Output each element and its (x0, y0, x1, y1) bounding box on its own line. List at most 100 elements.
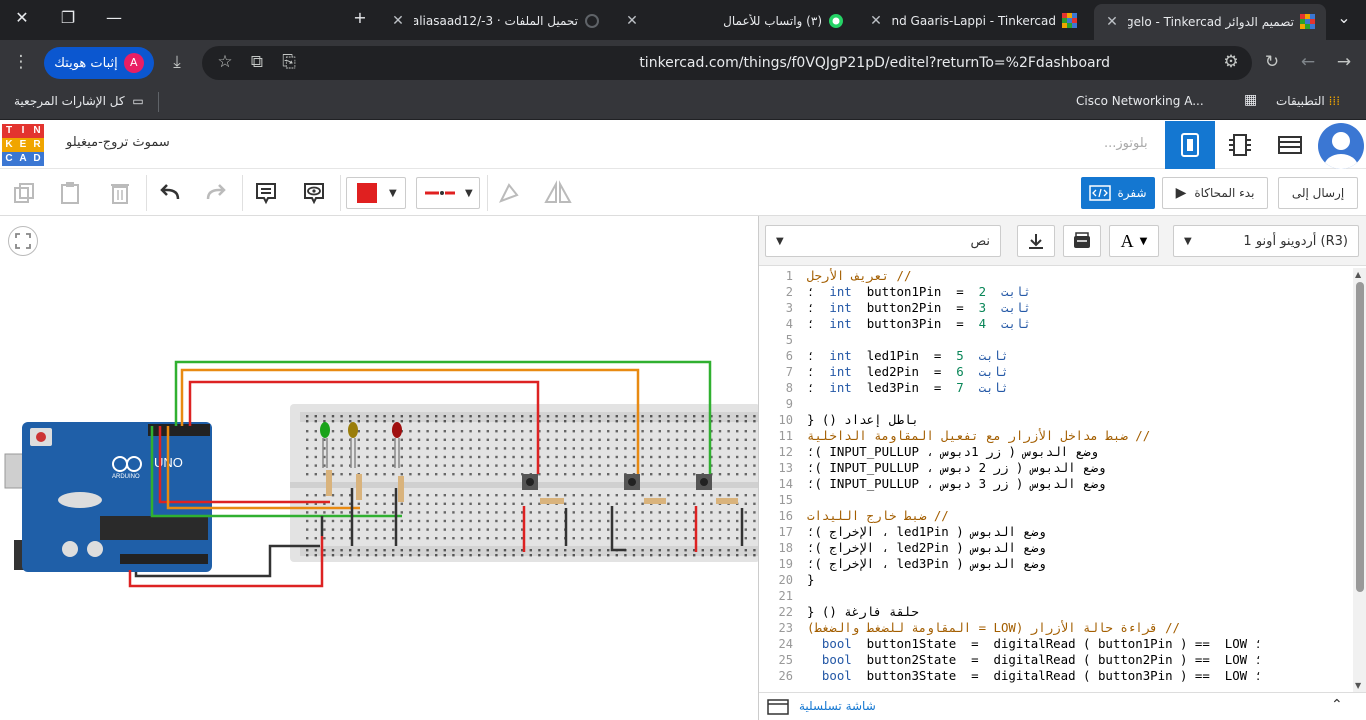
circuit-view-button[interactable] (1165, 121, 1215, 169)
code-line[interactable]: 23 // قراءة حالة الأزرار (LOW = المقاومة… (759, 620, 1353, 636)
tinkercad-logo[interactable]: TIN KER CAD (2, 124, 45, 167)
schematic-view-button[interactable] (1215, 121, 1265, 169)
code-line[interactable]: 13 وضع الدبوس ( زر 2 دبوس ، INPUT_PULLUP… (759, 460, 1353, 476)
code-line[interactable]: 11 // ضبط مداخل الأزرار مع تفعيل المقاوم… (759, 428, 1353, 444)
tab-file-upload[interactable]: تحميل الملفات ‧ aliasaad12/-3- ✕ (380, 6, 610, 36)
url-text[interactable]: tinkercad.com/things/f0VQJgP21pD/editel?… (639, 55, 1110, 71)
menu-kebab-icon[interactable]: ⋮ (10, 52, 32, 72)
bookmark-star-icon[interactable]: ☆ (214, 52, 236, 72)
code-line[interactable]: 18 وضع الدبوس ( led2Pin ، الإخراج )؛ (759, 540, 1353, 556)
scroll-thumb[interactable] (1356, 282, 1364, 592)
serial-monitor-bar[interactable]: شاشة تسلسلية ⌃ (759, 692, 1366, 720)
code-line[interactable]: 12 وضع الدبوس ( زر 1دبوس ، INPUT_PULLUP … (759, 444, 1353, 460)
code-line[interactable]: 3 ثابت int button2Pin = 3 ؛ (759, 300, 1353, 316)
code-line[interactable]: 15 (759, 492, 1353, 508)
paste-icon[interactable] (56, 179, 84, 207)
bookmark-apps[interactable]: التطبيقات ⁞⁞⁞ (1276, 94, 1340, 108)
close-window-icon[interactable]: ✕ (10, 8, 34, 27)
close-tab-icon[interactable]: ✕ (868, 13, 884, 29)
text-size-icon: A (1120, 230, 1134, 251)
code-line[interactable]: 20} (759, 572, 1353, 588)
close-tab-icon[interactable]: ✕ (390, 13, 406, 29)
redo-icon[interactable] (202, 179, 230, 207)
download-icon[interactable]: ⤓ (166, 52, 188, 72)
code-line[interactable]: 5 (759, 332, 1353, 348)
scroll-down-icon[interactable]: ▼ (1355, 681, 1361, 690)
code-mode-select[interactable]: نص ▼ (765, 225, 1001, 257)
code-scrollbar[interactable]: ▲ ▼ (1353, 268, 1366, 692)
delete-icon[interactable] (106, 179, 134, 207)
rotate-icon[interactable] (495, 179, 523, 207)
minimize-window-icon[interactable]: — (102, 8, 126, 27)
scroll-up-icon[interactable]: ▲ (1355, 270, 1361, 279)
code-editor[interactable]: 1// تعريف الأرجل 2 ثابت int button1Pin = 2… (759, 268, 1353, 692)
forward-icon[interactable]: → (1333, 52, 1355, 72)
wire-style-picker[interactable]: ▼ (416, 177, 480, 209)
libraries-button[interactable] (1063, 225, 1101, 257)
install-app-icon[interactable]: ⎘ (278, 52, 300, 72)
tab-tinkercad-other[interactable]: Grand Gaaris-Lappi - Tinkercad ✕ (858, 6, 1088, 36)
code-line[interactable]: 24 bool button1State = digitalRead ( but… (759, 636, 1353, 652)
search-placeholder[interactable]: ...بلوتوز (1104, 136, 1148, 151)
tab-whatsapp[interactable]: (٣) واتساب للأعمال ✕ (614, 6, 854, 36)
code-line[interactable]: 9 (759, 396, 1353, 412)
translate-icon[interactable]: ⧉ (246, 52, 268, 72)
start-simulation-button[interactable]: بدء المحاكاة ▶ (1162, 177, 1268, 209)
undo-icon[interactable] (156, 179, 184, 207)
toolbar-divider (487, 175, 488, 211)
component-list-button[interactable] (1265, 121, 1315, 169)
line-content: ثابت int button3Pin = 4 ؛ (807, 316, 1031, 332)
fill-color-picker[interactable]: ▼ (346, 177, 406, 209)
address-bar[interactable]: ☆ ⧉ ⎘ tinkercad.com/things/f0VQJgP21pD/e… (202, 46, 1252, 80)
board-select[interactable]: (R3) أردوينو أونو 1 ▼ (1173, 225, 1359, 257)
code-line[interactable]: 22 حلقة فارغة () { (759, 604, 1353, 620)
all-bookmarks[interactable]: كل الإشارات المرجعية ▭ (14, 94, 144, 108)
code-line[interactable]: 25 bool button2State = digitalRead ( but… (759, 652, 1353, 668)
line-number: 11 (778, 429, 793, 443)
tinkercad-favicon (1300, 14, 1316, 30)
circuit-workspace[interactable]: UNO ARDUINO (0, 216, 758, 720)
line-number: 21 (778, 589, 793, 603)
new-tab-button[interactable]: + (348, 8, 372, 27)
font-size-button[interactable]: A ▼ (1109, 225, 1159, 257)
code-line[interactable]: 26 bool button3State = digitalRead ( but… (759, 668, 1353, 684)
code-token: bool (821, 668, 852, 683)
code-line[interactable]: 21 (759, 588, 1353, 604)
code-token: button1State = digitalRead ( button1Pin … (851, 636, 1263, 651)
code-button[interactable]: شفرة (1081, 177, 1155, 209)
site-settings-icon[interactable]: ⚙ (1220, 52, 1242, 72)
user-avatar[interactable] (1318, 123, 1364, 169)
toggle-notes-visibility-icon[interactable] (300, 179, 328, 207)
collapse-up-icon[interactable]: ⌃ (1331, 697, 1343, 713)
code-line[interactable]: 7 ثابت int led2Pin = 6 ؛ (759, 364, 1353, 380)
design-name[interactable]: سموث تروج-ميغيلو (66, 135, 170, 150)
code-line[interactable]: 10 باطل إعداد () { (759, 412, 1353, 428)
code-line[interactable]: 8 ثابت int led3Pin = 7 ؛ (759, 380, 1353, 396)
code-line[interactable]: 16 // ضبط خارج الليدات (759, 508, 1353, 524)
bookmark-cisco[interactable]: Cisco Networking A... (1076, 94, 1204, 108)
tab-title: (٣) واتساب للأعمال (723, 14, 822, 28)
tab-search-icon[interactable]: ⌄ (1332, 8, 1356, 27)
grid-icon[interactable]: ▦ (1244, 92, 1257, 108)
serial-monitor-label[interactable]: شاشة تسلسلية (799, 699, 876, 713)
send-to-button[interactable]: إرسال إلى (1278, 177, 1358, 209)
code-line[interactable]: 6 ثابت int led1Pin = 5 ؛ (759, 348, 1353, 364)
download-code-button[interactable] (1017, 225, 1055, 257)
tab-tinkercad-active[interactable]: تصميم الدوائر Migelo - Tinkercad ✕ (1094, 4, 1326, 40)
code-line[interactable]: 17 وضع الدبوس ( led1Pin ، الإخراج )؛ (759, 524, 1353, 540)
code-line[interactable]: 4 ثابت int button3Pin = 4 ؛ (759, 316, 1353, 332)
restore-window-icon[interactable]: ❐ (56, 8, 80, 27)
copy-icon[interactable] (10, 179, 38, 207)
code-line[interactable]: 2 ثابت int button1Pin = 2 ؛ (759, 284, 1353, 300)
verify-identity-button[interactable]: A إثبات هويتك (44, 47, 154, 79)
reload-icon[interactable]: ↻ (1261, 52, 1283, 72)
close-tab-icon[interactable]: ✕ (1104, 14, 1120, 30)
flip-icon[interactable] (544, 179, 572, 207)
code-line[interactable]: 1 // تعريف الأرجل (759, 268, 1353, 284)
code-line[interactable]: 14 وضع الدبوس ( زر 3 دبوس ، INPUT_PULLUP… (759, 476, 1353, 492)
back-icon[interactable]: ← (1297, 52, 1319, 72)
tab-title: Grand Gaaris-Lappi - Tinkercad (892, 14, 1056, 28)
code-line[interactable]: 19 وضع الدبوس ( led3Pin ، الإخراج )؛ (759, 556, 1353, 572)
close-tab-icon[interactable]: ✕ (624, 13, 640, 29)
annotation-note-icon[interactable] (252, 179, 280, 207)
